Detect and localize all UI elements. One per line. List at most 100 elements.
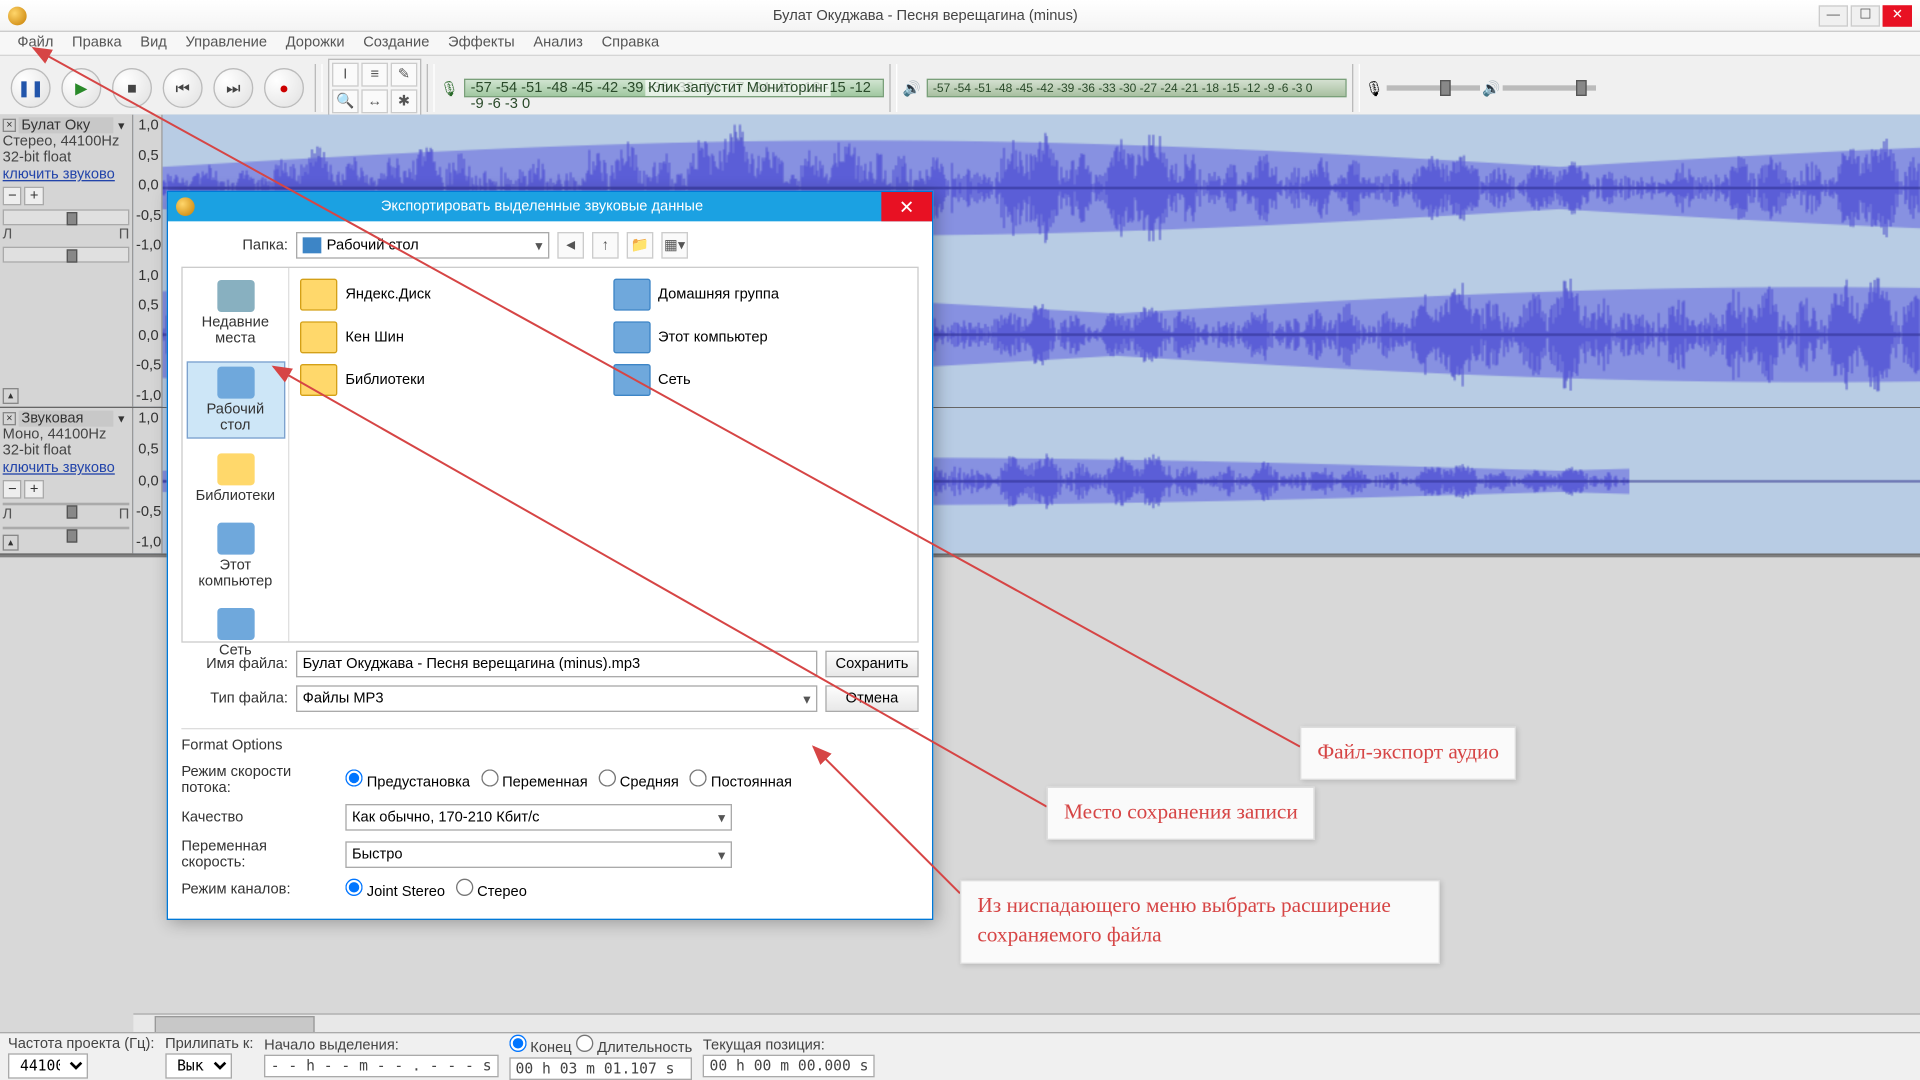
- track-menu-button[interactable]: ▼: [116, 413, 129, 425]
- track-mute-link[interactable]: ключить звуково: [3, 167, 130, 183]
- place-desktop[interactable]: Рабочий стол: [186, 361, 285, 438]
- new-folder-button[interactable]: 📁: [627, 232, 654, 259]
- format-options-label: Format Options: [181, 737, 918, 753]
- vbr-speed-select[interactable]: Быстро: [345, 841, 732, 868]
- quality-label: Качество: [181, 809, 334, 825]
- record-button[interactable]: ●: [264, 68, 304, 108]
- computer-icon: [613, 321, 650, 353]
- track-gain-slider[interactable]: [3, 209, 130, 225]
- cancel-button[interactable]: Отмена: [825, 685, 918, 712]
- draw-tool[interactable]: ✎: [391, 63, 418, 87]
- close-button[interactable]: ✕: [1883, 5, 1912, 26]
- save-button[interactable]: Сохранить: [825, 651, 918, 678]
- folder-combo[interactable]: Рабочий стол: [296, 232, 549, 259]
- track-menu-button[interactable]: ▼: [116, 119, 129, 131]
- maximize-button[interactable]: ☐: [1851, 5, 1880, 26]
- libraries-icon: [217, 453, 254, 485]
- bitrate-variable-radio[interactable]: Переменная: [481, 769, 588, 790]
- track-gain-plus[interactable]: +: [25, 187, 44, 206]
- quality-select[interactable]: Как обычно, 170-210 Кбит/с: [345, 804, 732, 831]
- vbr-speed-label: Переменная скорость:: [181, 839, 334, 871]
- skip-end-button[interactable]: ⏭: [213, 68, 253, 108]
- titlebar: Булат Окуджава - Песня верещагина (minus…: [0, 0, 1920, 32]
- file-list[interactable]: Яндекс.Диск Домашняя группа Кен Шин Этот…: [289, 268, 917, 641]
- selection-length-radio[interactable]: Длительность: [576, 1039, 692, 1055]
- menu-transport[interactable]: Управление: [176, 32, 276, 55]
- transport-toolbar: ❚❚ ▶ ■ ⏮ ⏭ ●: [5, 63, 309, 114]
- view-menu-button[interactable]: ▦▾: [661, 232, 688, 259]
- track-name[interactable]: Звуковая: [19, 411, 114, 427]
- folder-item[interactable]: Сеть: [610, 361, 909, 398]
- selection-end-radio[interactable]: Конец: [509, 1039, 572, 1055]
- multi-tool[interactable]: ✱: [391, 89, 418, 113]
- annotation-save-location: Место сохранения записи: [1047, 787, 1315, 841]
- back-button[interactable]: ◄: [557, 232, 584, 259]
- speaker-volume-slider[interactable]: [1503, 85, 1596, 90]
- audio-position-label: Текущая позиция:: [703, 1037, 875, 1053]
- menu-file[interactable]: Файл: [8, 32, 63, 55]
- audio-position-field[interactable]: 00 h 00 m 00.000 s: [703, 1054, 875, 1077]
- selection-tool[interactable]: I: [332, 63, 359, 87]
- minimize-button[interactable]: —: [1819, 5, 1848, 26]
- selection-end-field[interactable]: 00 h 03 m 01.107 s: [509, 1057, 692, 1080]
- mic-volume-slider[interactable]: [1386, 85, 1479, 90]
- zoom-tool[interactable]: 🔍: [332, 89, 359, 113]
- folder-item[interactable]: Библиотеки: [297, 361, 596, 398]
- place-computer[interactable]: Этот компьютер: [186, 519, 285, 594]
- filename-label: Имя файла:: [181, 656, 288, 672]
- playback-meter[interactable]: -57 -54 -51 -48 -45 -42 -39 -36 -33 -30 …: [926, 79, 1346, 98]
- filename-input[interactable]: [296, 651, 817, 678]
- menu-generate[interactable]: Создание: [354, 32, 439, 55]
- menu-view[interactable]: Вид: [131, 32, 176, 55]
- timeshift-tool[interactable]: ↔: [361, 89, 388, 113]
- track-mute-link[interactable]: ключить звуково: [3, 460, 130, 476]
- track-name[interactable]: Булат Оку: [19, 117, 114, 133]
- bitrate-average-radio[interactable]: Средняя: [598, 769, 679, 790]
- skip-start-button[interactable]: ⏮: [163, 68, 203, 108]
- tools-toolbar: I ≡ ✎ 🔍 ↔ ✱: [328, 59, 421, 118]
- project-rate-select[interactable]: 44100: [8, 1053, 88, 1078]
- envelope-tool[interactable]: ≡: [361, 63, 388, 87]
- channel-joint-radio[interactable]: Joint Stereo: [345, 879, 445, 900]
- up-button[interactable]: ↑: [592, 232, 619, 259]
- selection-start-field[interactable]: - - h - - m - - . - - - s: [264, 1054, 498, 1077]
- track-close-button[interactable]: ×: [3, 412, 16, 425]
- folder-item[interactable]: Кен Шин: [297, 319, 596, 356]
- track-close-button[interactable]: ×: [3, 119, 16, 132]
- track-gain-minus[interactable]: −: [3, 187, 22, 206]
- track-gain-slider[interactable]: [3, 503, 130, 506]
- network-icon: [217, 608, 254, 640]
- folder-label: Папка:: [181, 237, 288, 253]
- window-title: Булат Окуджава - Песня верещагина (minus…: [35, 7, 1816, 23]
- track-gain-plus[interactable]: +: [25, 480, 44, 499]
- snap-select[interactable]: Выкл: [165, 1053, 232, 1078]
- place-libraries[interactable]: Библиотеки: [186, 449, 285, 508]
- menu-effect[interactable]: Эффекты: [439, 32, 524, 55]
- folder-item[interactable]: Этот компьютер: [610, 319, 909, 356]
- track-pan-slider[interactable]: [3, 247, 130, 263]
- bitrate-mode-label: Режим скорости потока:: [181, 764, 334, 796]
- track-gain-minus[interactable]: −: [3, 480, 22, 499]
- dialog-close-button[interactable]: ✕: [881, 192, 932, 221]
- track-collapse-button[interactable]: ▴: [3, 388, 19, 404]
- channel-stereo-radio[interactable]: Стерео: [456, 879, 527, 900]
- play-meter-icon: 🔊: [903, 79, 921, 96]
- place-recent[interactable]: Недавние места: [186, 276, 285, 351]
- bitrate-preset-radio[interactable]: Предустановка: [345, 769, 470, 790]
- network-icon: [613, 364, 650, 396]
- folder-item[interactable]: Домашняя группа: [610, 276, 909, 313]
- track-pan-slider[interactable]: [3, 527, 130, 530]
- folder-icon: [300, 279, 337, 311]
- menu-tracks[interactable]: Дорожки: [276, 32, 353, 55]
- menu-edit[interactable]: Правка: [63, 32, 131, 55]
- play-button[interactable]: ▶: [61, 68, 101, 108]
- folder-item[interactable]: Яндекс.Диск: [297, 276, 596, 313]
- pause-button[interactable]: ❚❚: [11, 68, 51, 108]
- bitrate-constant-radio[interactable]: Постоянная: [690, 769, 792, 790]
- track-collapse-button[interactable]: ▴: [3, 535, 19, 551]
- menu-help[interactable]: Справка: [592, 32, 668, 55]
- recording-meter[interactable]: -57 -54 -51 -48 -45 -42 -39 -36 -33 -30 …: [464, 79, 884, 98]
- filetype-combo[interactable]: Файлы MP3: [296, 685, 817, 712]
- menu-analyze[interactable]: Анализ: [524, 32, 592, 55]
- stop-button[interactable]: ■: [112, 68, 152, 108]
